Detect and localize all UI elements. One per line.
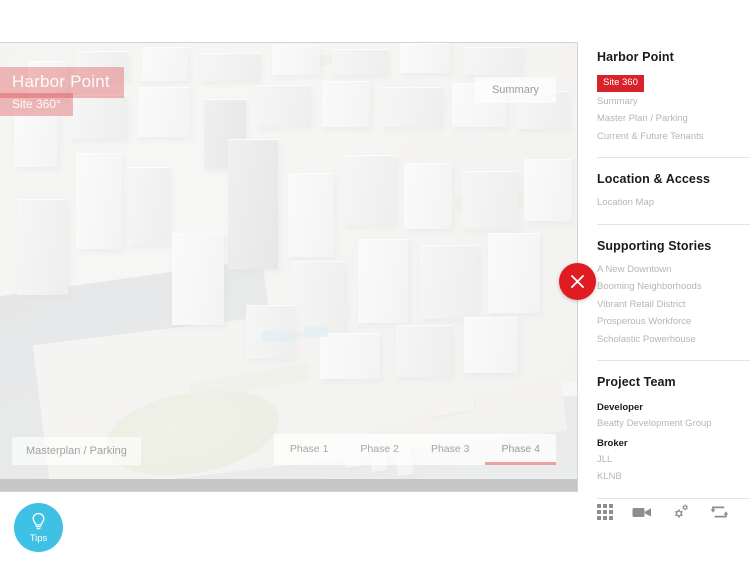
sidebar-group-label: Broker [597, 437, 628, 449]
scene-building [200, 53, 260, 81]
sidebar-item-vibrant-retail-district[interactable]: Vibrant Retail District [597, 296, 750, 314]
scene-building [332, 49, 388, 75]
grid-icon[interactable] [597, 504, 613, 520]
sidebar-section-title: Project Team [597, 375, 676, 389]
sidebar-section: Harbor Point Site 360 Summary Master Plan /… [597, 50, 750, 145]
viewer-subtitle-badge: Site 360° [0, 93, 73, 116]
phase-tab-3[interactable]: Phase 3 [415, 434, 486, 465]
sidebar-group-entry[interactable]: KLNB [597, 468, 750, 486]
sidebar-section: Location & Access Location Map [597, 172, 750, 212]
scene-building [396, 325, 452, 377]
scene-building [256, 85, 310, 127]
scene-building [464, 317, 518, 373]
scene-pool [262, 331, 296, 342]
sidebar-section-title: Harbor Point [597, 50, 674, 64]
sidebar-section-title: Supporting Stories [597, 238, 712, 253]
sidebar-item-prosperous-workforce[interactable]: Prosperous Workforce [597, 313, 750, 331]
phase-tab-4[interactable]: Phase 4 [485, 434, 556, 465]
summary-button[interactable]: Summary [474, 77, 556, 103]
sidebar-group-entry[interactable]: JLL [597, 451, 750, 469]
gears-settings-icon[interactable] [671, 503, 691, 521]
sidebar-item-current-future-tenants[interactable]: Current & Future Tenants [597, 128, 750, 146]
scene-building [462, 171, 518, 229]
site-360-viewer[interactable]: Harbor Point Site 360° Summary Masterpla… [0, 42, 578, 492]
sidebar-item-a-new-downtown[interactable]: A New Downtown [597, 261, 750, 279]
scene-building [292, 261, 346, 333]
sidebar-divider [597, 157, 750, 158]
scene-building [400, 43, 450, 73]
scene-pool [304, 327, 328, 337]
sidebar-divider [597, 497, 750, 499]
scene-building [142, 47, 188, 81]
scene-building [14, 113, 58, 167]
scene-building [272, 45, 320, 75]
scene-building [358, 239, 408, 323]
sidebar-group-label: Developer [597, 402, 643, 413]
scene-building [524, 159, 572, 221]
scene-building [322, 81, 370, 127]
scene-building [420, 245, 478, 319]
sidebar-item-booming-neighborhoods[interactable]: Booming Neighborhoods [597, 278, 750, 296]
sidebar-item-summary[interactable]: Summary [597, 93, 750, 111]
phase-tab-2[interactable]: Phase 2 [344, 434, 415, 465]
bottom-toolbar[interactable] [597, 503, 747, 521]
sidebar-divider [597, 360, 750, 361]
sidebar-section: Supporting Stories A New Downtown Booming … [597, 239, 750, 349]
sidebar-divider [597, 223, 750, 225]
scene-building [70, 95, 126, 139]
sidebar-section-title: Location & Access [597, 172, 711, 186]
video-camera-icon[interactable] [632, 505, 652, 519]
scene-building [138, 87, 190, 137]
phase-tab-bar[interactable]: Phase 1 Phase 2 Phase 3 Phase 4 [273, 434, 556, 465]
scene-building [382, 87, 442, 127]
sidebar-item-site-360[interactable]: Site 360 [597, 75, 644, 92]
scene-building [404, 163, 452, 229]
sidebar-item-scholastic-powerhouse[interactable]: Scholastic Powerhouse [597, 331, 750, 349]
close-panel-button[interactable] [559, 263, 596, 300]
sidebar-section: Project Team Developer Beatty Development … [597, 375, 750, 486]
scene-building [288, 173, 334, 257]
sidebar-group-entry[interactable]: Beatty Development Group [597, 415, 750, 433]
viewer-bottom-band [0, 479, 577, 491]
sidebar-item-master-plan-parking[interactable]: Master Plan / Parking [597, 110, 750, 128]
tips-button-label: Tips [29, 532, 48, 544]
scene-building [18, 199, 68, 295]
sync-arrows-icon[interactable] [710, 504, 729, 520]
scene-building-tower [76, 153, 122, 249]
scene-building [128, 167, 170, 245]
masterplan-parking-button[interactable]: Masterplan / Parking [12, 437, 141, 465]
scene-building [172, 233, 224, 325]
navigation-sidebar: Harbor Point Site 360 Summary Master Plan /… [597, 0, 750, 562]
phase-tab-1[interactable]: Phase 1 [274, 434, 345, 465]
close-icon [571, 275, 584, 288]
app-root: Harbor Point Site 360° Summary Masterpla… [0, 0, 750, 562]
scene-building [320, 333, 380, 379]
scene-building [344, 155, 396, 225]
sidebar-item-location-map[interactable]: Location Map [597, 194, 750, 212]
scene-building-tower [228, 139, 278, 269]
scene-building [488, 233, 540, 313]
scene-building [464, 47, 522, 75]
aerial-rendering [0, 43, 577, 491]
tips-button[interactable]: Tips [14, 503, 63, 552]
lightbulb-icon [32, 512, 45, 529]
